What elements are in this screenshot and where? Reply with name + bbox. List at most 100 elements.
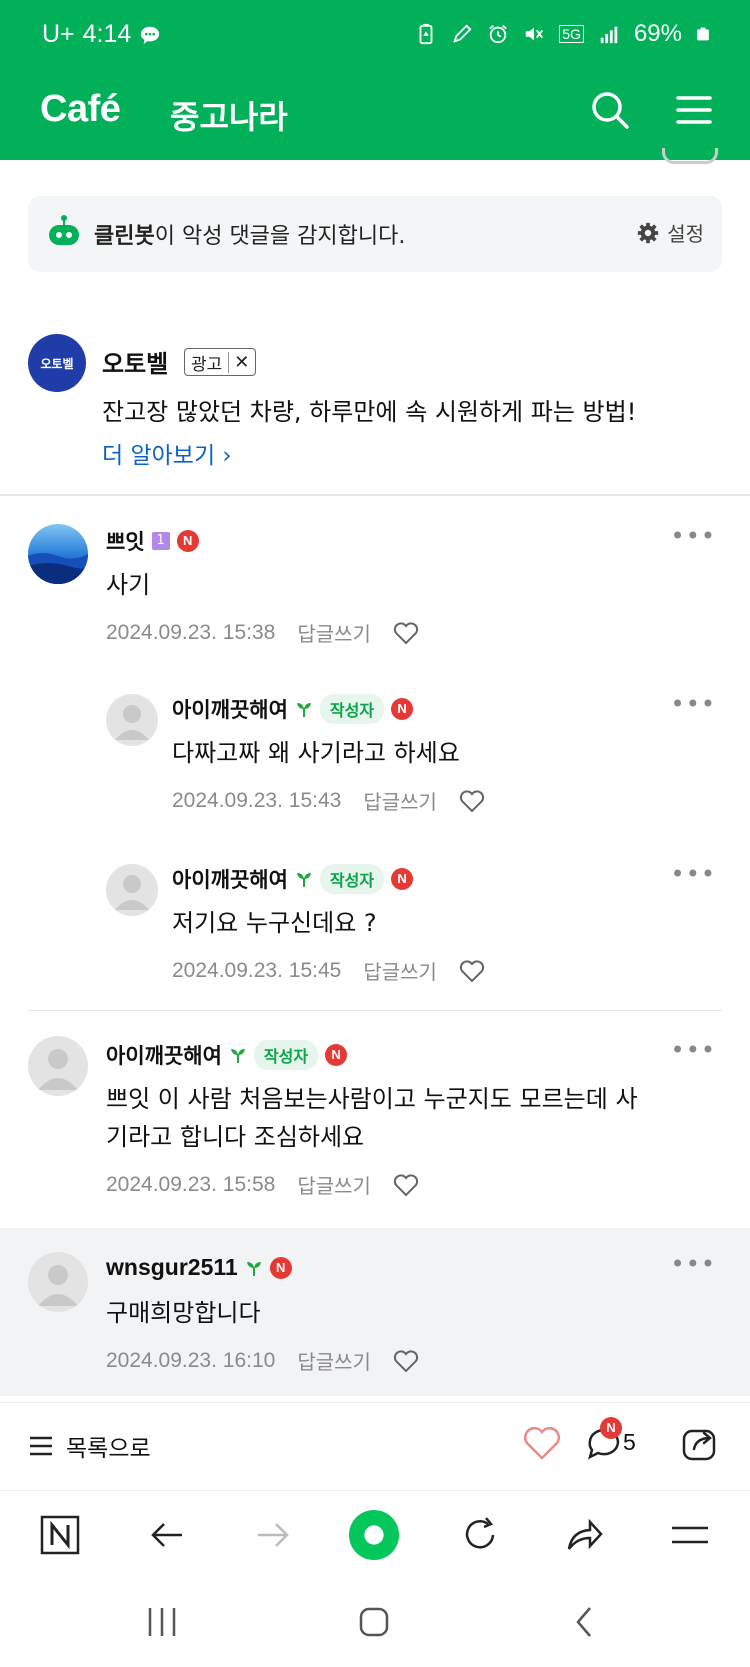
avatar[interactable]: [106, 864, 158, 916]
arrow-left-icon: [151, 1523, 182, 1547]
carrier-label: U+: [42, 20, 75, 48]
comment-nickname[interactable]: 아이깨끗해여: [172, 864, 288, 894]
comment-text: 사기: [106, 571, 151, 599]
comment-text: 저기요 누구신데요 ?: [172, 909, 377, 937]
gear-icon: [638, 222, 659, 243]
like-heart-icon[interactable]: [393, 1173, 419, 1197]
more-options-icon[interactable]: •••: [671, 690, 716, 718]
reply-button[interactable]: 답글쓰기: [297, 1170, 371, 1199]
more-options-icon[interactable]: •••: [671, 1036, 716, 1064]
comment-header: 쁘잇 1 N: [106, 526, 199, 556]
comment-text: 구매희망합니다: [106, 1299, 261, 1327]
avatar[interactable]: [28, 1252, 88, 1312]
avatar[interactable]: [28, 1036, 88, 1096]
comment-date: 2024.09.23. 15:58: [106, 1172, 276, 1196]
share-button[interactable]: [558, 1509, 610, 1561]
share-icon[interactable]: [680, 1423, 720, 1463]
avatar[interactable]: [28, 524, 88, 584]
advertiser-name: 오토벨: [102, 350, 169, 378]
list-icon: [30, 1436, 52, 1456]
article-action-bar: 목록으로 N 5: [0, 1402, 750, 1486]
menu-icon[interactable]: [672, 88, 716, 132]
recent-apps-icon[interactable]: [140, 1600, 184, 1644]
reply-button[interactable]: 답글쓰기: [297, 618, 371, 647]
reply-button[interactable]: 답글쓰기: [363, 956, 437, 985]
author-tag: 작성자: [319, 864, 385, 894]
comment-header: 아이깨끗해여 작성자 N: [106, 1040, 348, 1070]
green-dot-button[interactable]: [348, 1509, 400, 1561]
nav-back-icon[interactable]: [562, 1600, 606, 1644]
status-right: 5G 69%: [415, 20, 710, 48]
advertiser-logo: 오토벨: [28, 334, 86, 392]
clock: 4:14: [82, 20, 132, 48]
like-heart-icon[interactable]: [393, 1349, 419, 1373]
back-to-list-label: 목록으로: [66, 1436, 151, 1462]
comment-nickname[interactable]: 아이깨끗해여: [106, 1040, 222, 1070]
comment-new-badge: N: [600, 1417, 622, 1439]
comment-meta: 2024.09.23. 16:10 답글쓰기: [106, 1346, 419, 1375]
more-options-icon[interactable]: •••: [671, 1250, 716, 1278]
sprout-icon: [296, 873, 311, 887]
default-avatar-icon: [115, 705, 149, 740]
more-options-icon[interactable]: •••: [671, 860, 716, 888]
battery-icon: [697, 27, 709, 41]
green-dot-icon: [348, 1509, 400, 1561]
battery-saver-icon: [419, 23, 433, 45]
back-button[interactable]: [142, 1509, 194, 1561]
avatar[interactable]: [106, 694, 158, 746]
comment-text: 쁘잇 이 사람 처음보는사람이고 누군지도 모르는데 사 기라고 합니다 조심하…: [106, 1080, 638, 1156]
cafe-logo[interactable]: Café: [40, 88, 121, 131]
reply-button[interactable]: 답글쓰기: [297, 1346, 371, 1375]
alarm-icon: [489, 25, 508, 44]
naver-n-icon: [40, 1515, 80, 1555]
home-icon[interactable]: [352, 1600, 396, 1644]
more-options-icon[interactable]: •••: [671, 522, 716, 550]
sprout-icon: [296, 703, 311, 717]
refresh-button[interactable]: [454, 1509, 506, 1561]
new-badge: N: [391, 698, 414, 720]
cleanbot-settings-button[interactable]: 설정: [637, 218, 704, 247]
comment-nickname[interactable]: wnsgur2511: [106, 1254, 238, 1281]
ad-close-icon[interactable]: ✕: [228, 351, 249, 373]
comment-nickname[interactable]: 쁘잇: [106, 526, 145, 556]
like-heart-icon[interactable]: [522, 1425, 562, 1461]
comment-text-line: 쁘잇 이 사람 처음보는사람이고 누군지도 모르는데 사: [106, 1085, 638, 1113]
naver-home-button[interactable]: [34, 1509, 86, 1561]
back-to-list-button[interactable]: 목록으로: [28, 1429, 151, 1463]
new-badge: N: [391, 868, 414, 890]
ad-label: 광고: [191, 354, 223, 375]
app-header: Café 중고나라: [0, 74, 750, 160]
cleanbot-name: 클린봇: [94, 224, 155, 249]
hamburger-icon: [672, 1526, 708, 1544]
comment-meta: 2024.09.23. 15:58 답글쓰기: [106, 1170, 419, 1199]
cleanbot-message: 클린봇이 악성 댓글을 감지합니다.: [94, 218, 405, 250]
like-heart-icon[interactable]: [459, 789, 485, 813]
comment-header: 아이깨끗해여 작성자 N: [172, 864, 414, 894]
forward-button[interactable]: [246, 1509, 298, 1561]
mute-icon: [526, 27, 544, 41]
status-left: U+ 4:14: [42, 20, 161, 49]
ad-badge[interactable]: 광고 ✕: [184, 348, 257, 376]
like-heart-icon[interactable]: [459, 959, 485, 983]
avatar-image: [28, 524, 88, 584]
like-heart-icon[interactable]: [393, 621, 419, 645]
author-tag: 작성자: [253, 1040, 319, 1070]
settings-label: 설정: [667, 222, 704, 246]
new-badge: N: [269, 1256, 292, 1279]
toggle-switch-edge[interactable]: [662, 148, 718, 164]
pen-icon: [453, 24, 472, 43]
ad-text: 잔고장 많았던 차량, 하루만에 속 시원하게 파는 방법!: [102, 398, 637, 426]
level-badge: 1: [151, 532, 170, 550]
comment-nickname[interactable]: 아이깨끗해여: [172, 694, 288, 724]
sprout-icon: [246, 1261, 261, 1276]
ad-learn-more-link[interactable]: 더 알아보기 ›: [102, 436, 232, 470]
reply-button[interactable]: 답글쓰기: [363, 786, 437, 815]
search-icon[interactable]: [588, 88, 632, 132]
comment-date: 2024.09.23. 15:38: [106, 620, 276, 644]
status-bar: U+ 4:14 5G 69%: [0, 0, 750, 74]
signal-icon: [600, 26, 618, 44]
cafe-name[interactable]: 중고나라: [170, 92, 288, 138]
browser-menu-button[interactable]: [664, 1509, 716, 1561]
comment-header: wnsgur2511 N: [106, 1254, 292, 1281]
ad-block[interactable]: 오토벨 오토벨 광고 ✕ 잔고장 많았던 차량, 하루만에 속 시원하게 파는 …: [0, 324, 750, 496]
